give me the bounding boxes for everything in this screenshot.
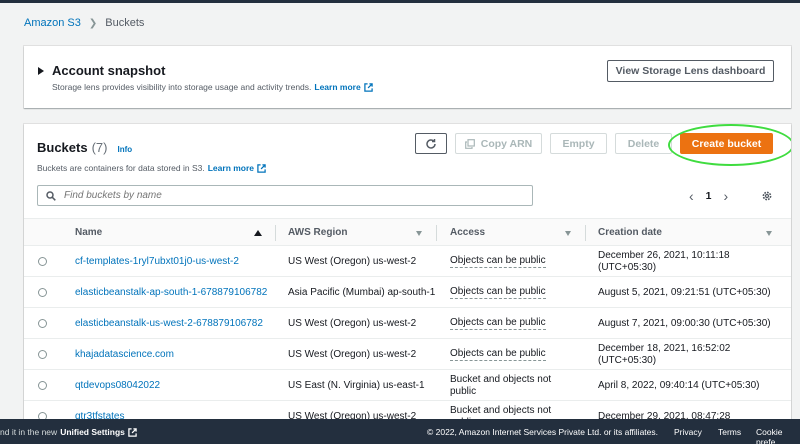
sort-ascending-icon[interactable] [254,230,262,236]
bucket-name-link[interactable]: qtdevops08042022 [75,370,275,401]
row-radio[interactable] [38,381,47,390]
bucket-creation-date: August 7, 2021, 09:00:30 (UTC+05:30) [598,317,771,329]
footer-privacy-link[interactable]: Privacy [674,427,702,437]
table-row[interactable]: khajadatascience.com US West (Oregon) us… [24,339,791,370]
buckets-info-link[interactable]: Info [117,145,132,154]
highlight-annotation [668,124,791,166]
bucket-region: US West (Oregon) us-west-2 [288,348,417,360]
column-divider [436,225,437,241]
bucket-name-link[interactable]: khajadatascience.com [75,339,275,370]
account-snapshot-title: Account snapshot [52,63,166,78]
snapshot-learn-more-link[interactable]: Learn more [314,82,360,92]
column-header-aws-region[interactable]: AWS Region [288,227,347,238]
bucket-region: US East (N. Virginia) us-east-1 [288,379,425,391]
buckets-learn-more-link[interactable]: Learn more [208,163,254,173]
buckets-description-text: Buckets are containers for data stored i… [37,163,205,173]
account-snapshot-toggle[interactable]: Account snapshot [38,63,165,78]
top-navigation-bar [0,0,800,3]
find-buckets-input[interactable] [64,190,504,201]
footer: nd it in the new Unified Settings © 2022… [0,419,800,444]
empty-button[interactable]: Empty [550,133,607,154]
bucket-name-link[interactable]: elasticbeanstalk-ap-south-1-678879106782 [75,277,275,308]
table-row[interactable]: elasticbeanstalk-us-west-2-678879106782 … [24,308,791,339]
bucket-region: US West (Oregon) us-west-2 [288,255,417,267]
external-link-icon [257,163,266,173]
copy-icon [464,138,475,149]
table-row[interactable]: elasticbeanstalk-ap-south-1-678879106782… [24,277,791,308]
buckets-panel: Buckets (7) Info Buckets are containers … [24,124,791,424]
bucket-creation-date: December 18, 2021, 16:52:02 (UTC+05:30) [598,342,731,366]
bucket-access-text: Objects can be public [450,348,546,361]
bucket-access-text: Objects can be public [450,317,546,330]
footer-copyright: © 2022, Amazon Internet Services Private… [427,427,658,437]
bucket-access: Objects can be public [450,277,582,308]
column-divider [585,225,586,241]
table-header: Name AWS Region Access Creation date [24,218,791,246]
bucket-access: Objects can be public [450,308,582,339]
view-storage-lens-dashboard-button[interactable]: View Storage Lens dashboard [607,60,774,82]
find-buckets-search[interactable] [37,185,533,206]
bucket-region: Asia Pacific (Mumbai) ap-south-1 [288,286,436,298]
caret-right-icon [38,66,44,75]
sort-icon[interactable] [766,231,772,236]
sort-icon[interactable] [416,231,422,236]
footer-left-text: nd it in the new [0,427,58,437]
next-page-icon[interactable]: › [724,188,729,204]
breadcrumb: Amazon S3 ❯ Buckets [24,17,144,29]
breadcrumb-buckets: Buckets [105,17,145,29]
current-page-number[interactable]: 1 [706,190,712,202]
refresh-button[interactable] [415,133,447,154]
sort-icon[interactable] [565,231,571,236]
bucket-name-link[interactable]: cf-templates-1ryl7ubxt01j0-us-west-2 [75,246,275,277]
footer-settings-notice: nd it in the new Unified Settings [0,427,137,437]
gear-icon[interactable] [761,190,773,202]
table-row[interactable]: qtdevops08042022 US East (N. Virginia) u… [24,370,791,401]
chevron-right-icon: ❯ [88,17,98,29]
column-header-access[interactable]: Access [450,227,485,238]
row-radio[interactable] [38,319,47,328]
bucket-access: Objects can be public [450,246,582,277]
copy-arn-label: Copy ARN [480,137,533,150]
bucket-access: Objects can be public [450,339,582,370]
refresh-icon [426,138,436,149]
buckets-header: Buckets (7) Info [37,140,132,155]
snapshot-description-text: Storage lens provides visibility into st… [52,82,312,92]
copy-arn-button[interactable]: Copy ARN [455,133,542,154]
footer-cookie-preferences-link[interactable]: Cookie prefe [756,427,800,444]
delete-button[interactable]: Delete [615,133,672,154]
breadcrumb-amazon-s3[interactable]: Amazon S3 [24,17,81,29]
bucket-name-link[interactable]: elasticbeanstalk-us-west-2-678879106782 [75,308,275,339]
bucket-access-text: Objects can be public [450,255,546,268]
account-snapshot-panel: Account snapshot Storage lens provides v… [24,46,791,108]
column-header-creation-date[interactable]: Creation date [598,227,662,238]
bucket-region: US West (Oregon) us-west-2 [288,317,417,329]
bucket-creation-date: April 8, 2022, 09:40:14 (UTC+05:30) [598,379,760,391]
footer-terms-link[interactable]: Terms [718,427,741,437]
bucket-creation-date: August 5, 2021, 09:21:51 (UTC+05:30) [598,286,771,298]
bucket-creation-date: December 26, 2021, 10:11:18 (UTC+05:30) [598,249,730,273]
external-link-icon [128,427,137,437]
column-divider [275,225,276,241]
buckets-description: Buckets are containers for data stored i… [37,163,266,173]
buckets-title: Buckets [37,140,88,155]
external-link-icon [363,82,373,92]
search-icon [46,190,56,201]
bucket-access-text: Objects can be public [450,286,546,299]
row-radio[interactable] [38,257,47,266]
pagination: ‹ 1 › [689,188,728,204]
bucket-access: Bucket and objects not public [450,373,552,397]
previous-page-icon[interactable]: ‹ [689,188,694,204]
unified-settings-link[interactable]: Unified Settings [60,427,125,437]
buckets-count: (7) [91,140,108,155]
row-radio[interactable] [38,350,47,359]
table-row[interactable]: cf-templates-1ryl7ubxt01j0-us-west-2 US … [24,246,791,277]
account-snapshot-description: Storage lens provides visibility into st… [52,82,373,92]
row-radio[interactable] [38,288,47,297]
column-header-name[interactable]: Name [75,227,102,238]
